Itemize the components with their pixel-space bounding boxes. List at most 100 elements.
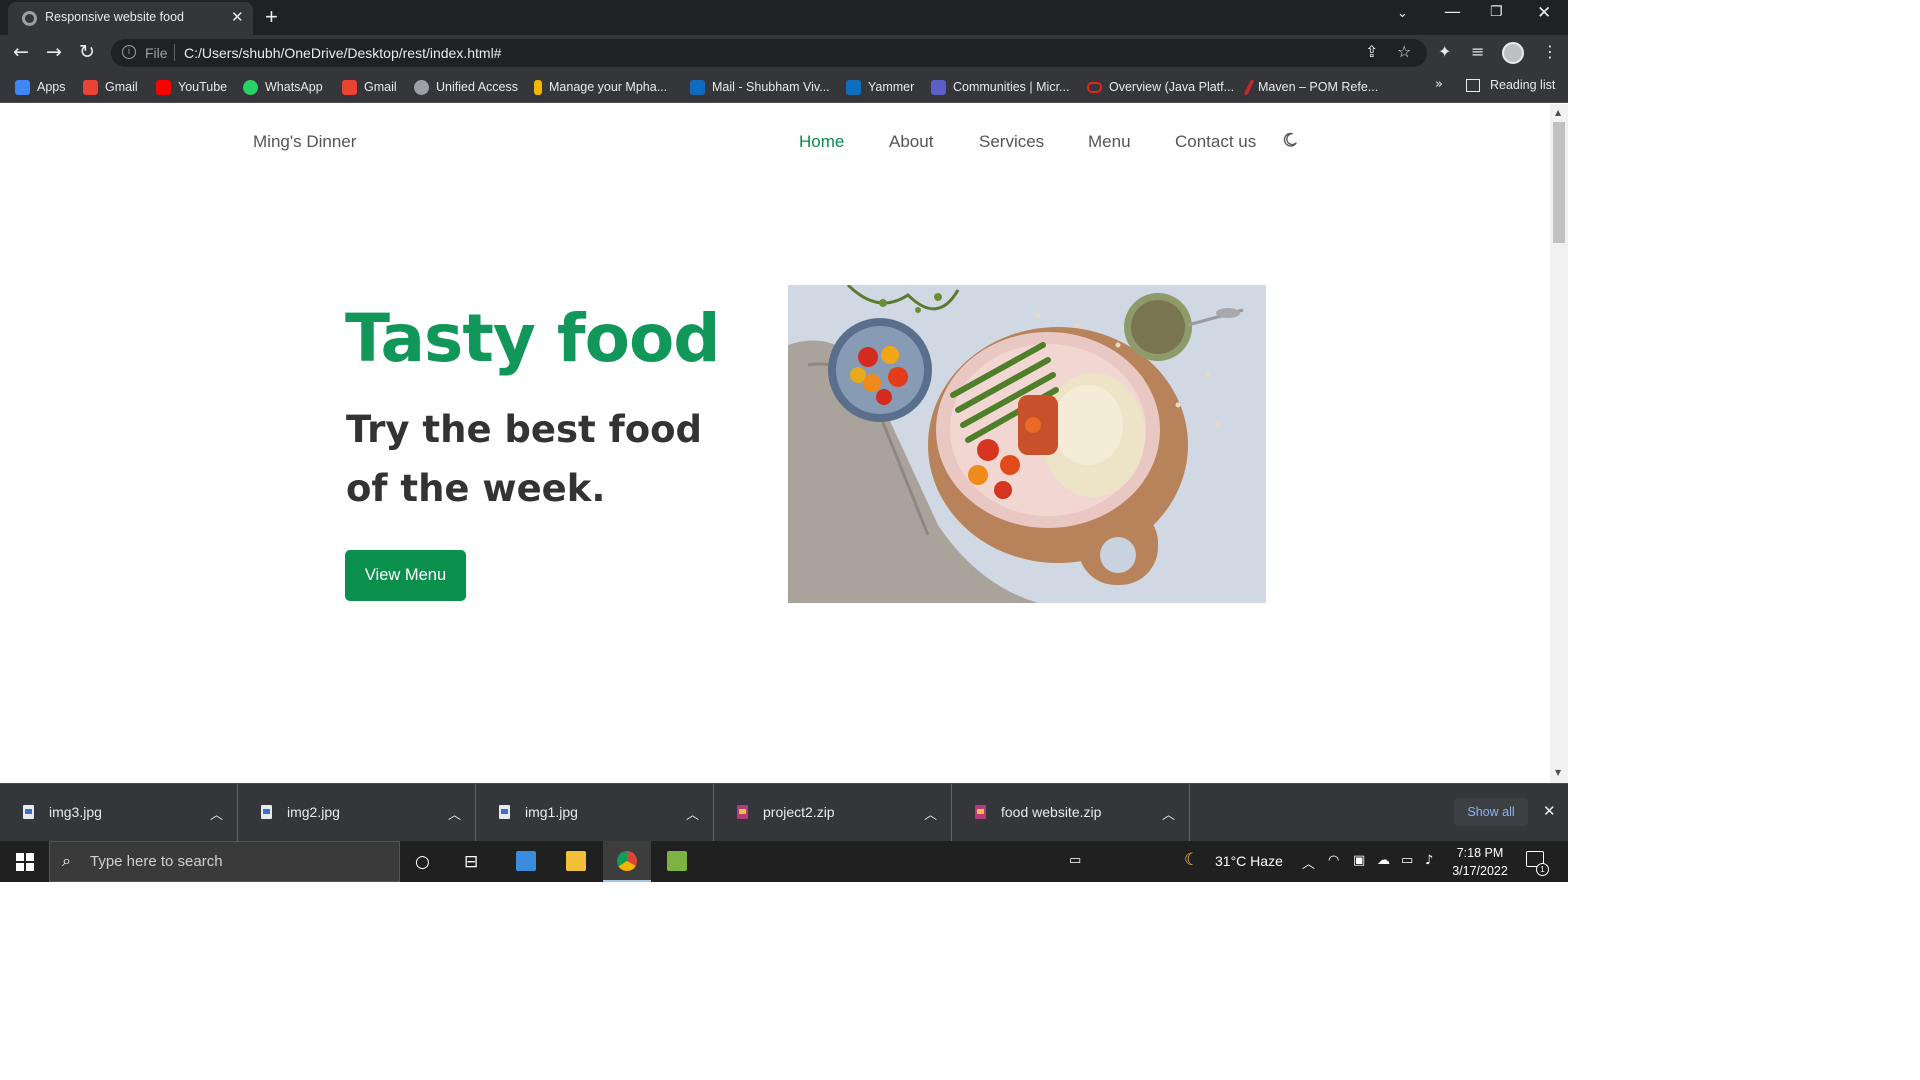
view-menu-button[interactable]: View Menu <box>345 550 466 601</box>
task-view-icon[interactable]: ⊟ <box>464 852 478 872</box>
close-icon[interactable]: ✕ <box>231 8 244 26</box>
window-close-icon[interactable]: ✕ <box>1537 3 1551 23</box>
taskbar-app-notepad[interactable] <box>653 841 701 882</box>
bookmark-gmail-2[interactable]: Gmail <box>342 78 397 96</box>
zip-file-icon <box>975 805 986 819</box>
minimize-icon[interactable]: — <box>1444 2 1461 22</box>
more-menu-icon[interactable]: ⋮ <box>1542 42 1558 61</box>
back-arrow-icon[interactable]: ← <box>13 41 29 63</box>
wifi-icon[interactable]: ◠ <box>1328 853 1339 868</box>
media-queue-icon[interactable]: ≡ <box>1471 42 1484 61</box>
download-item[interactable]: img3.jpg ︿ <box>0 784 238 842</box>
site-logo[interactable]: Ming's Dinner <box>253 132 356 152</box>
hero-title: Tasty food <box>345 300 721 377</box>
onedrive-icon[interactable]: ☁ <box>1377 853 1390 868</box>
bookmark-java-overview[interactable]: Overview (Java Platf... <box>1087 78 1234 96</box>
outlook-icon <box>690 79 705 95</box>
keyboard-icon[interactable]: ▭ <box>1069 853 1081 868</box>
share-icon[interactable]: ⇪ <box>1365 42 1378 61</box>
bookmark-mail[interactable]: Mail - Shubham Viv... <box>690 78 830 96</box>
nav-contact-us[interactable]: Contact us <box>1175 132 1256 152</box>
nav-home[interactable]: Home <box>799 132 844 152</box>
bookmark-apps[interactable]: Apps <box>15 78 66 96</box>
bookmark-whatsapp[interactable]: WhatsApp <box>243 78 323 96</box>
bookmark-unified-access[interactable]: Unified Access <box>414 78 518 96</box>
scroll-down-icon[interactable]: ▼ <box>1555 768 1561 777</box>
search-icon: ⌕ <box>62 851 71 870</box>
bookmark-label: Mail - Shubham Viv... <box>712 80 830 94</box>
bookmark-gmail[interactable]: Gmail <box>83 78 138 96</box>
oracle-icon <box>1087 81 1102 93</box>
moon-weather-icon[interactable]: ☾ <box>1184 850 1199 870</box>
page-scrollbar[interactable]: ▲ ▼ <box>1550 104 1568 783</box>
taskbar-app-pc[interactable] <box>502 841 550 882</box>
taskbar-clock[interactable]: 7:18 PM 3/17/2022 <box>1450 844 1510 880</box>
restore-icon[interactable]: ❐ <box>1490 4 1503 20</box>
moon-icon[interactable] <box>1281 131 1299 149</box>
bookmark-youtube[interactable]: YouTube <box>156 78 227 96</box>
url-text[interactable]: C:/Users/shubh/OneDrive/Desktop/rest/ind… <box>184 45 501 61</box>
windows-taskbar: ⌕ Type here to search ○ ⊟ ▭ ☾ 31°C Haze … <box>0 841 1568 882</box>
scroll-thumb[interactable] <box>1553 122 1565 243</box>
chevron-up-icon[interactable]: ︿ <box>210 804 223 823</box>
windows-start-icon[interactable] <box>16 853 34 871</box>
bookmark-label: Manage your Mpha... <box>549 80 668 94</box>
bookmark-communities[interactable]: Communities | Micr... <box>931 78 1069 96</box>
nav-about[interactable]: About <box>889 132 933 152</box>
reading-list-button[interactable]: Reading list <box>1466 78 1555 92</box>
info-icon[interactable]: i <box>122 45 136 59</box>
battery-icon[interactable]: ▭ <box>1401 853 1413 868</box>
volume-icon[interactable]: ♪ <box>1425 853 1433 868</box>
bookmark-yammer[interactable]: Yammer <box>846 78 914 96</box>
chevron-down-icon[interactable]: ⌄ <box>1397 6 1408 21</box>
bookmark-maven[interactable]: Maven – POM Refe... <box>1243 78 1378 96</box>
show-all-downloads-button[interactable]: Show all <box>1454 798 1528 826</box>
bookmarks-overflow-icon[interactable]: » <box>1435 77 1443 92</box>
whatsapp-icon <box>243 79 258 95</box>
download-item[interactable]: food website.zip ︿ <box>952 784 1190 842</box>
computer-icon <box>516 851 536 871</box>
browser-tab[interactable]: Responsive website food ✕ <box>8 2 253 35</box>
meet-icon[interactable]: ▣ <box>1353 853 1365 868</box>
nav-services[interactable]: Services <box>979 132 1044 152</box>
reload-icon[interactable]: ↻ <box>79 41 95 63</box>
extensions-icon[interactable]: ✦ <box>1438 42 1451 61</box>
editor-icon <box>667 851 687 871</box>
youtube-icon <box>156 79 171 95</box>
chevron-up-icon[interactable]: ︿ <box>924 804 937 823</box>
chevron-up-icon[interactable]: ︿ <box>1302 853 1315 872</box>
taskbar-app-chrome[interactable] <box>603 841 651 882</box>
nav-menu[interactable]: Menu <box>1088 132 1131 152</box>
tab-title: Responsive website food <box>45 10 184 24</box>
bookmark-label: Gmail <box>105 80 138 94</box>
forward-arrow-icon[interactable]: → <box>46 41 62 63</box>
hero-food-image <box>788 285 1266 603</box>
download-item[interactable]: img1.jpg ︿ <box>476 784 714 842</box>
chart-icon <box>534 79 542 95</box>
search-placeholder: Type here to search <box>90 853 223 870</box>
chevron-up-icon[interactable]: ︿ <box>686 804 699 823</box>
chevron-up-icon[interactable]: ︿ <box>448 804 461 823</box>
download-item[interactable]: project2.zip ︿ <box>714 784 952 842</box>
chevron-up-icon[interactable]: ︿ <box>1162 804 1175 823</box>
gmail-icon <box>342 79 357 95</box>
cortana-icon[interactable]: ○ <box>415 852 430 872</box>
address-bar[interactable]: i File C:/Users/shubh/OneDrive/Desktop/r… <box>111 39 1427 67</box>
reading-list-icon <box>1466 78 1480 92</box>
taskbar-search-box[interactable]: ⌕ Type here to search <box>49 841 400 882</box>
zip-file-icon <box>737 805 748 819</box>
plus-icon[interactable]: + <box>265 4 278 30</box>
bookmark-label: Communities | Micr... <box>953 80 1070 94</box>
weather-text[interactable]: 31°C Haze <box>1215 853 1283 869</box>
reading-list-label: Reading list <box>1490 78 1556 92</box>
clock-time: 7:18 PM <box>1456 846 1504 860</box>
profile-avatar[interactable] <box>1502 42 1524 64</box>
image-file-icon <box>261 805 272 819</box>
close-downloads-icon[interactable]: ✕ <box>1543 802 1556 820</box>
scroll-up-icon[interactable]: ▲ <box>1555 108 1561 117</box>
taskbar-app-file-explorer[interactable] <box>552 841 600 882</box>
star-icon[interactable]: ☆ <box>1397 42 1411 61</box>
download-item[interactable]: img2.jpg ︿ <box>238 784 476 842</box>
bookmark-mphasis[interactable]: Manage your Mpha... <box>534 78 667 96</box>
clock-date: 3/17/2022 <box>1452 864 1508 878</box>
